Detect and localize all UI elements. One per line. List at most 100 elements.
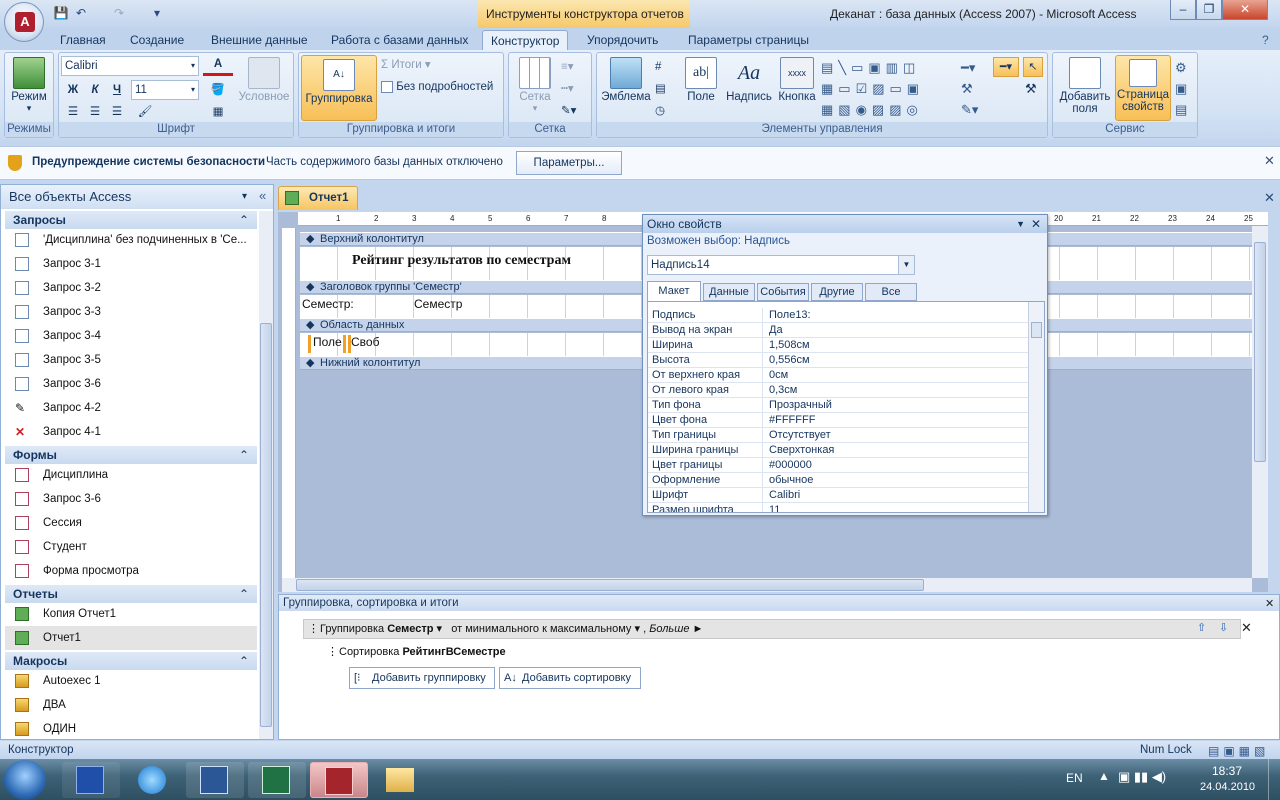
list-item[interactable]: Отчет1 (5, 626, 257, 650)
tab-external-data[interactable]: Внешние данные (203, 30, 316, 50)
tab-database-tools[interactable]: Работа с базами данных (323, 30, 476, 50)
list-item[interactable]: Запрос 3-6 (5, 372, 257, 396)
security-options-button[interactable]: Параметры... (516, 151, 622, 175)
design-horizontal-scrollbar[interactable] (282, 578, 1252, 592)
property-value[interactable]: Отсутствует (766, 428, 1024, 442)
property-row[interactable]: Вывод на экран Да (648, 323, 1028, 338)
field-label-selected[interactable]: Поле (308, 335, 346, 353)
list-item[interactable]: Запрос 3-1 (5, 252, 257, 276)
taskbar-explorer-app[interactable] (62, 762, 120, 798)
tab-page-setup[interactable]: Параметры страницы (680, 30, 817, 50)
property-sheet-button[interactable]: Страница свойств (1115, 55, 1171, 121)
property-row[interactable]: Шрифт Calibri (648, 488, 1028, 503)
property-row[interactable]: Тип границы Отсутствует (648, 428, 1028, 443)
conditional-format-button[interactable]: Условное (235, 57, 293, 103)
grouping-button[interactable]: A↓ Группировка (301, 55, 377, 121)
bold-button[interactable]: Ж (63, 80, 83, 100)
property-value[interactable]: Да (766, 323, 1024, 337)
taskbar-ie[interactable] (124, 762, 182, 798)
list-item[interactable]: Запрос 3-5 (5, 348, 257, 372)
selected-object-select[interactable]: Надпись14 ▼ (647, 255, 915, 275)
semester-label[interactable]: Семестр: (302, 297, 354, 311)
view-button[interactable]: Режим ▾ (7, 57, 51, 114)
property-value[interactable]: 0см (766, 368, 1024, 382)
sort-field[interactable]: РейтингВСеместре (402, 646, 505, 658)
font-size-select[interactable]: 11 ▾ (131, 80, 199, 100)
list-item[interactable]: Запрос 3-6 (5, 487, 257, 511)
logo-button[interactable]: Эмблема (599, 57, 653, 103)
doc-close-icon[interactable]: ✕ (1264, 190, 1275, 206)
semester-field[interactable]: Семестр (414, 297, 564, 311)
tray-expand-icon[interactable]: ▲ (1098, 769, 1110, 783)
more-options-link[interactable]: Больше ► (649, 623, 703, 635)
add-fields-button[interactable]: Добавить поля (1055, 57, 1115, 115)
property-value[interactable]: 11 (766, 503, 1024, 512)
border-icon[interactable]: ━▾ (993, 57, 1019, 77)
restore-button[interactable]: ❐ (1196, 0, 1222, 20)
qat-customize-icon[interactable]: ▾ (148, 5, 166, 21)
totals-button[interactable]: Σ Итоги ▾ (381, 55, 431, 75)
gridlines-button[interactable]: Сетка ▾ (513, 57, 557, 114)
office-button[interactable]: A (4, 2, 44, 42)
props-scrollbar[interactable] (1028, 302, 1044, 512)
show-desktop-button[interactable] (1268, 759, 1280, 800)
add-group-button[interactable]: [⁝ Добавить группировку (349, 667, 495, 689)
property-row[interactable]: Размер шрифта 11 (648, 503, 1028, 512)
title-icon[interactable]: ▤ (655, 79, 666, 99)
tab-design[interactable]: Конструктор (482, 30, 569, 50)
tab-create[interactable]: Создание (122, 30, 192, 50)
design-scroll-thumb[interactable] (1254, 242, 1266, 462)
tools-small-icons[interactable]: ⚙ ▣ ▤ (1175, 57, 1187, 120)
nav-section-queries[interactable]: Запросы ⌃ (5, 211, 257, 229)
nav-dropdown-icon[interactable]: ▾ (242, 185, 247, 209)
line-type-icon[interactable]: ┅▾ (561, 79, 574, 99)
design-hscroll-thumb[interactable] (296, 579, 924, 591)
taskbar-word[interactable] (186, 762, 244, 798)
italic-button[interactable]: К (85, 80, 105, 100)
design-vertical-scrollbar[interactable] (1252, 226, 1268, 578)
nav-section-reports[interactable]: Отчеты ⌃ (5, 585, 257, 603)
property-value[interactable]: #FFFFFF (766, 413, 1024, 427)
list-item[interactable]: 'Дисциплина' без подчиненных в 'Се... (5, 228, 257, 252)
line-color-icon[interactable]: ✎▾ (561, 101, 576, 121)
list-item[interactable]: Запрос 3-3 (5, 300, 257, 324)
list-item[interactable]: Сессия (5, 511, 257, 535)
help-icon[interactable]: ? (1262, 33, 1269, 47)
minimize-button[interactable]: – (1170, 0, 1196, 20)
property-row[interactable]: Оформление обычное (648, 473, 1028, 488)
close-window-button[interactable]: ✕ (1222, 0, 1268, 20)
list-item[interactable]: ✎ Запрос 4-2 (5, 396, 257, 420)
report-title-label[interactable]: Рейтинг результатов по семестрам (352, 253, 571, 269)
nav-section-macros[interactable]: Макросы ⌃ (5, 652, 257, 670)
property-row[interactable]: Ширина 1,508см (648, 338, 1028, 353)
tab-all[interactable]: Все (865, 283, 917, 301)
tab-layout[interactable]: Макет (647, 281, 701, 301)
nav-scrollbar[interactable] (259, 211, 273, 739)
nav-scroll-thumb[interactable] (260, 323, 272, 727)
property-value[interactable]: Поле13: (766, 308, 1024, 322)
list-item[interactable]: ДВА (5, 693, 257, 717)
property-value[interactable]: Сверхтонкая (766, 443, 1024, 457)
drag-handle-icon[interactable]: ⋮ (308, 620, 319, 638)
group-level-row[interactable]: ⋮ Группировка Семестр ▾ от минимального … (303, 619, 1241, 639)
clock-date[interactable]: 24.04.2010 (1200, 781, 1255, 793)
property-row[interactable]: Высота 0,556см (648, 353, 1028, 368)
add-sort-button[interactable]: A↓ Добавить сортировку (499, 667, 641, 689)
property-value[interactable]: 1,508см (766, 338, 1024, 352)
list-item[interactable]: Форма просмотра (5, 559, 257, 583)
property-row[interactable]: Цвет границы #000000 (648, 458, 1028, 473)
textbox-button[interactable]: ab| Поле (681, 57, 721, 103)
list-item[interactable]: Копия Отчет1 (5, 602, 257, 626)
page-number-icon[interactable]: # (655, 57, 661, 77)
save-icon[interactable]: 💾 (52, 5, 70, 21)
format-painter-icon[interactable]: 🖌 (135, 102, 155, 122)
property-row[interactable]: Тип фона Прозрачный (648, 398, 1028, 413)
label-button[interactable]: Aa Надпись (725, 57, 773, 103)
tray-icons[interactable]: ▣ ▮▮ ◀) (1118, 769, 1166, 785)
language-indicator[interactable]: EN (1066, 771, 1083, 785)
font-family-select[interactable]: Calibri ▾ (61, 56, 199, 76)
group-field[interactable]: Семестр (387, 623, 433, 635)
property-row[interactable]: Цвет фона #FFFFFF (648, 413, 1028, 428)
gridlines-small-icon[interactable]: ▦ (203, 102, 233, 122)
security-close-icon[interactable]: ✕ (1264, 153, 1275, 169)
